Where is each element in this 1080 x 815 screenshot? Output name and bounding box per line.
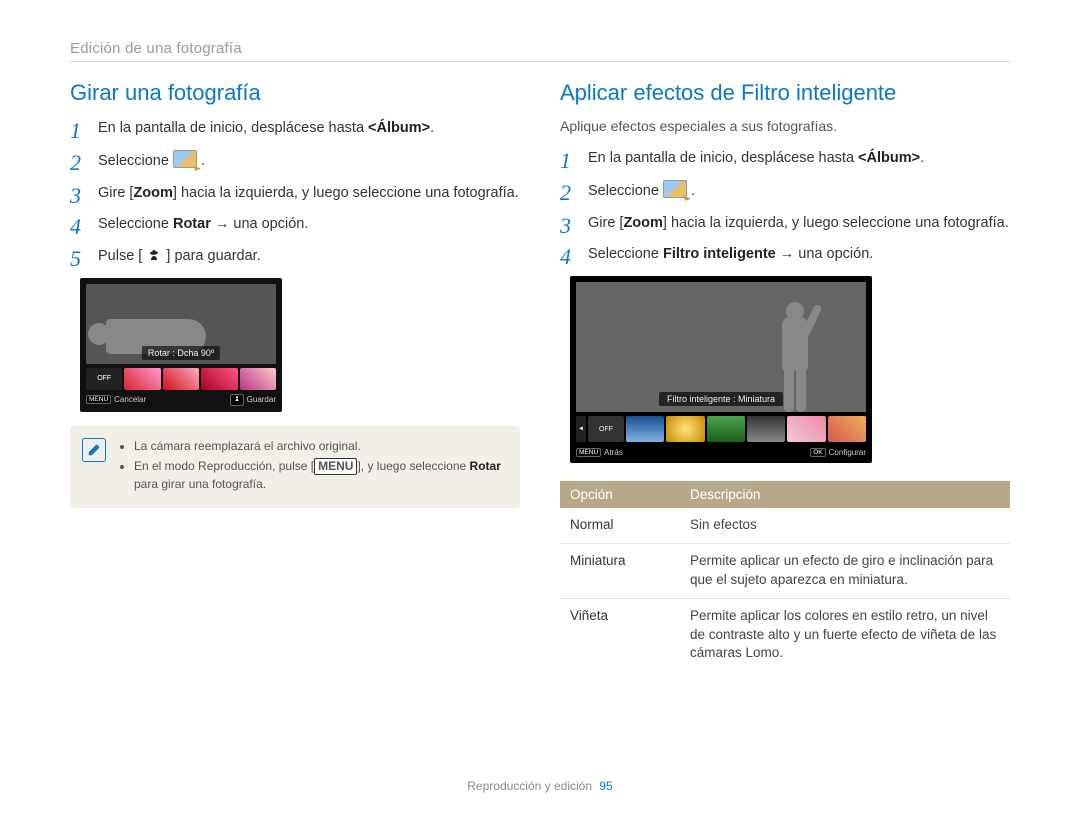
- rotate-thumb: [124, 368, 160, 390]
- rotate-step-3: 3 Gire [Zoom] hacia la izquierda, y lueg…: [70, 183, 520, 205]
- rotate-lcd-preview: Rotar : Dcha 90º OFF MENU Cancelar: [80, 278, 282, 412]
- note-item: En el modo Reproducción, pulse [MENU], y…: [134, 458, 506, 493]
- rotate-steps: 1 En la pantalla de inicio, desplácese h…: [70, 118, 520, 268]
- lcd-save-hint: Guardar: [230, 394, 276, 406]
- menu-keycap-icon: MENU: [576, 448, 601, 457]
- filter-lcd-preview: Filtro inteligente : Miniatura ◄ OFF MEN…: [570, 276, 872, 463]
- scroll-left-tab-icon: ◄: [576, 416, 586, 442]
- note-item: La cámara reemplazará el archivo origina…: [134, 438, 506, 455]
- lcd-footer: MENU Cancelar Guardar: [86, 394, 276, 406]
- right-column: Aplicar efectos de Filtro inteligente Ap…: [560, 80, 1010, 671]
- note-info-icon: [82, 438, 106, 462]
- menu-key-inline: MENU: [314, 458, 357, 474]
- rotate-off-thumb: OFF: [86, 368, 122, 390]
- filter-thumb: [666, 416, 704, 442]
- filter-step-3: 3 Gire [Zoom] hacia la izquierda, y lueg…: [560, 213, 1010, 235]
- step-number: 4: [70, 210, 81, 243]
- page: Edición de una fotografía Girar una foto…: [0, 0, 1080, 671]
- filter-options-table: Opción Descripción Normal Sin efectos Mi…: [560, 481, 1010, 671]
- step-number: 3: [70, 179, 81, 212]
- step-number: 1: [70, 114, 81, 147]
- rotate-step-2: 2 Seleccione .: [70, 150, 520, 173]
- note-list: La cámara reemplazará el archivo origina…: [120, 438, 506, 493]
- menu-keycap-icon: MENU: [86, 395, 111, 404]
- macro-flower-icon: [146, 248, 162, 264]
- rotate-note-box: La cámara reemplazará el archivo origina…: [70, 426, 520, 508]
- rotate-step-4: 4 Seleccione Rotar → una opción.: [70, 214, 520, 236]
- filter-mode-label: Filtro inteligente : Miniatura: [659, 392, 783, 406]
- filter-thumb: [707, 416, 745, 442]
- table-row: Normal Sin efectos: [560, 508, 1010, 543]
- lcd-back-hint: MENU Atrás: [576, 448, 623, 457]
- filter-thumb: [747, 416, 785, 442]
- rotate-thumb: [240, 368, 276, 390]
- filter-steps: 1 En la pantalla de inicio, desplácese h…: [560, 148, 1010, 266]
- content-columns: Girar una fotografía 1 En la pantalla de…: [70, 80, 1010, 671]
- option-name: Normal: [560, 508, 680, 543]
- lcd-main-preview: Rotar : Dcha 90º: [86, 284, 276, 364]
- rotate-thumbnail-strip: OFF: [86, 368, 276, 390]
- rotate-mode-label: Rotar : Dcha 90º: [142, 346, 220, 360]
- filter-thumb: [787, 416, 825, 442]
- filter-intro: Aplique efectos especiales a sus fotogra…: [560, 118, 1010, 134]
- step-text: En la pantalla de inicio, desplácese has…: [98, 120, 368, 136]
- filter-main-preview: Filtro inteligente : Miniatura: [576, 282, 866, 412]
- step-text: Seleccione: [98, 153, 173, 169]
- breadcrumb: Edición de una fotografía: [70, 40, 1010, 62]
- lcd-cancel-hint: MENU Cancelar: [86, 394, 146, 406]
- lcd-footer: MENU Atrás OK Configurar: [576, 448, 866, 457]
- footer-section: Reproducción y edición: [467, 779, 592, 793]
- step-number: 2: [70, 146, 81, 179]
- filter-off-thumb: OFF: [588, 416, 624, 442]
- rotate-thumb: [201, 368, 237, 390]
- option-description: Permite aplicar los colores en estilo re…: [680, 598, 1010, 671]
- left-column: Girar una fotografía 1 En la pantalla de…: [70, 80, 520, 671]
- page-number: 95: [599, 779, 612, 793]
- filter-step-4: 4 Seleccione Filtro inteligente → una op…: [560, 244, 1010, 266]
- step-number: 3: [560, 209, 571, 242]
- table-row: Viñeta Permite aplicar los colores en es…: [560, 598, 1010, 671]
- filter-thumb: [626, 416, 664, 442]
- filter-section-title: Aplicar efectos de Filtro inteligente: [560, 80, 1010, 106]
- filter-step-2: 2 Seleccione .: [560, 180, 1010, 203]
- step-number: 2: [560, 176, 571, 209]
- ok-keycap-icon: OK: [810, 448, 825, 457]
- rotate-thumb: [163, 368, 199, 390]
- option-description: Sin efectos: [680, 508, 1010, 543]
- filter-thumb: [828, 416, 866, 442]
- edit-photo-icon: [663, 180, 687, 198]
- option-name: Miniatura: [560, 543, 680, 598]
- rotate-step-1: 1 En la pantalla de inicio, desplácese h…: [70, 118, 520, 140]
- edit-photo-icon: [173, 150, 197, 168]
- step-number: 5: [70, 242, 81, 275]
- table-header-description: Descripción: [680, 481, 1010, 508]
- lcd-config-hint: OK Configurar: [810, 448, 866, 457]
- album-tag: <Álbum>: [368, 120, 430, 136]
- option-name: Viñeta: [560, 598, 680, 671]
- step-number: 4: [560, 240, 571, 273]
- macro-keycap-icon: [230, 394, 244, 406]
- rotate-step-5: 5 Pulse [ ] para guardar.: [70, 246, 520, 268]
- step-number: 1: [560, 144, 571, 177]
- table-row: Miniatura Permite aplicar un efecto de g…: [560, 543, 1010, 598]
- filter-thumbnail-strip: ◄ OFF: [576, 416, 866, 442]
- rotate-section-title: Girar una fotografía: [70, 80, 520, 106]
- filter-step-1: 1 En la pantalla de inicio, desplácese h…: [560, 148, 1010, 170]
- option-description: Permite aplicar un efecto de giro e incl…: [680, 543, 1010, 598]
- table-header-option: Opción: [560, 481, 680, 508]
- page-footer: Reproducción y edición 95: [0, 779, 1080, 793]
